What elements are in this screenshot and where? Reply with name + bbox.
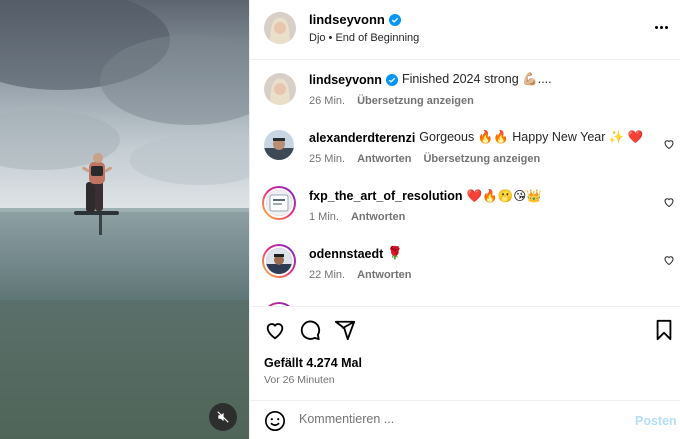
avatar[interactable] bbox=[262, 186, 296, 220]
verified-badge-icon bbox=[385, 73, 398, 86]
translate-button[interactable]: Übersetzung anzeigen bbox=[423, 153, 540, 165]
post-author-name[interactable]: lindseyvonn bbox=[309, 12, 385, 27]
profile-photo bbox=[264, 73, 296, 105]
comment-composer: Posten bbox=[250, 400, 680, 439]
caption-meta: 26 Min. Übersetzung anzeigen bbox=[309, 95, 474, 107]
post-video[interactable] bbox=[0, 0, 249, 439]
profile-photo bbox=[264, 130, 294, 160]
comment-time[interactable]: 1 Min. bbox=[309, 211, 339, 223]
comment-time[interactable]: 25 Min. bbox=[309, 153, 345, 165]
audio-track-link[interactable]: Djo • End of Beginning bbox=[309, 32, 419, 44]
bookmark-save-icon[interactable] bbox=[654, 319, 674, 341]
reply-button[interactable]: Antworten bbox=[357, 269, 411, 281]
more-options-icon[interactable] bbox=[655, 26, 668, 29]
video-frame bbox=[0, 0, 249, 439]
like-comment-heart-icon[interactable] bbox=[663, 196, 675, 208]
comment-time[interactable]: 22 Min. bbox=[309, 269, 345, 281]
profile-photo bbox=[264, 12, 296, 44]
like-comment-heart-icon[interactable] bbox=[663, 254, 675, 266]
caption-author[interactable]: lindseyvonn bbox=[309, 73, 382, 87]
reply-button[interactable]: Antworten bbox=[357, 153, 411, 165]
translate-button[interactable]: Übersetzung anzeigen bbox=[357, 95, 474, 107]
caption-text: lindseyvonn Finished 2024 strong 💪🏼.... bbox=[309, 72, 552, 87]
caption-time[interactable]: 26 Min. bbox=[309, 95, 345, 107]
comment-body: 🌹 bbox=[387, 246, 403, 260]
story-ring bbox=[264, 188, 294, 218]
comment-body: ❤️🔥🫢😘👑 bbox=[466, 189, 542, 203]
comment-meta: 25 Min. Antworten Übersetzung anzeigen bbox=[309, 153, 540, 165]
share-send-icon[interactable] bbox=[334, 319, 356, 341]
post-author[interactable]: lindseyvonn bbox=[309, 12, 401, 27]
comment-author[interactable]: odennstaedt bbox=[309, 247, 383, 261]
comment-body: Gorgeous 🔥🔥 Happy New Year ✨ ❤️ bbox=[419, 130, 644, 144]
post-actions: Gefällt 4.274 Mal Vor 26 Minuten bbox=[250, 306, 680, 406]
comment-text: odennstaedt 🌹 bbox=[309, 246, 403, 261]
reply-button[interactable]: Antworten bbox=[351, 211, 405, 223]
comment-author[interactable]: alexanderdterenzi bbox=[309, 131, 415, 145]
comment-meta: 1 Min. Antworten bbox=[309, 211, 405, 223]
comment-author[interactable]: fxp_the_art_of_resolution bbox=[309, 189, 463, 203]
profile-photo bbox=[266, 248, 292, 274]
post-details-panel: lindseyvonn Djo • End of Beginning linds… bbox=[249, 0, 680, 439]
post-comment-button[interactable]: Posten bbox=[635, 414, 677, 428]
comment-meta: 22 Min. Antworten bbox=[309, 269, 411, 281]
story-ring bbox=[264, 246, 294, 276]
like-heart-icon[interactable] bbox=[264, 319, 286, 341]
verified-badge-icon bbox=[388, 13, 401, 26]
caption-body: Finished 2024 strong 💪🏼.... bbox=[401, 72, 552, 86]
avatar[interactable] bbox=[264, 73, 296, 105]
post-header: lindseyvonn Djo • End of Beginning bbox=[250, 0, 680, 60]
likes-count[interactable]: Gefällt 4.274 Mal bbox=[264, 356, 362, 370]
mute-button[interactable] bbox=[209, 403, 237, 431]
profile-photo bbox=[266, 190, 292, 216]
avatar[interactable] bbox=[264, 12, 296, 44]
avatar[interactable] bbox=[262, 244, 296, 278]
post-timestamp[interactable]: Vor 26 Minuten bbox=[264, 374, 335, 386]
emoji-picker-icon[interactable] bbox=[264, 410, 286, 432]
comment-text: alexanderdterenzi Gorgeous 🔥🔥 Happy New … bbox=[309, 130, 643, 145]
avatar[interactable] bbox=[264, 130, 294, 160]
speaker-muted-icon bbox=[217, 411, 229, 423]
like-comment-heart-icon[interactable] bbox=[663, 138, 675, 150]
comment-bubble-icon[interactable] bbox=[299, 319, 321, 341]
comment-text: fxp_the_art_of_resolution ❤️🔥🫢😘👑 bbox=[309, 188, 542, 204]
comments-list[interactable]: lindseyvonn Finished 2024 strong 💪🏼.... … bbox=[250, 60, 680, 306]
comment-input[interactable] bbox=[299, 412, 619, 426]
